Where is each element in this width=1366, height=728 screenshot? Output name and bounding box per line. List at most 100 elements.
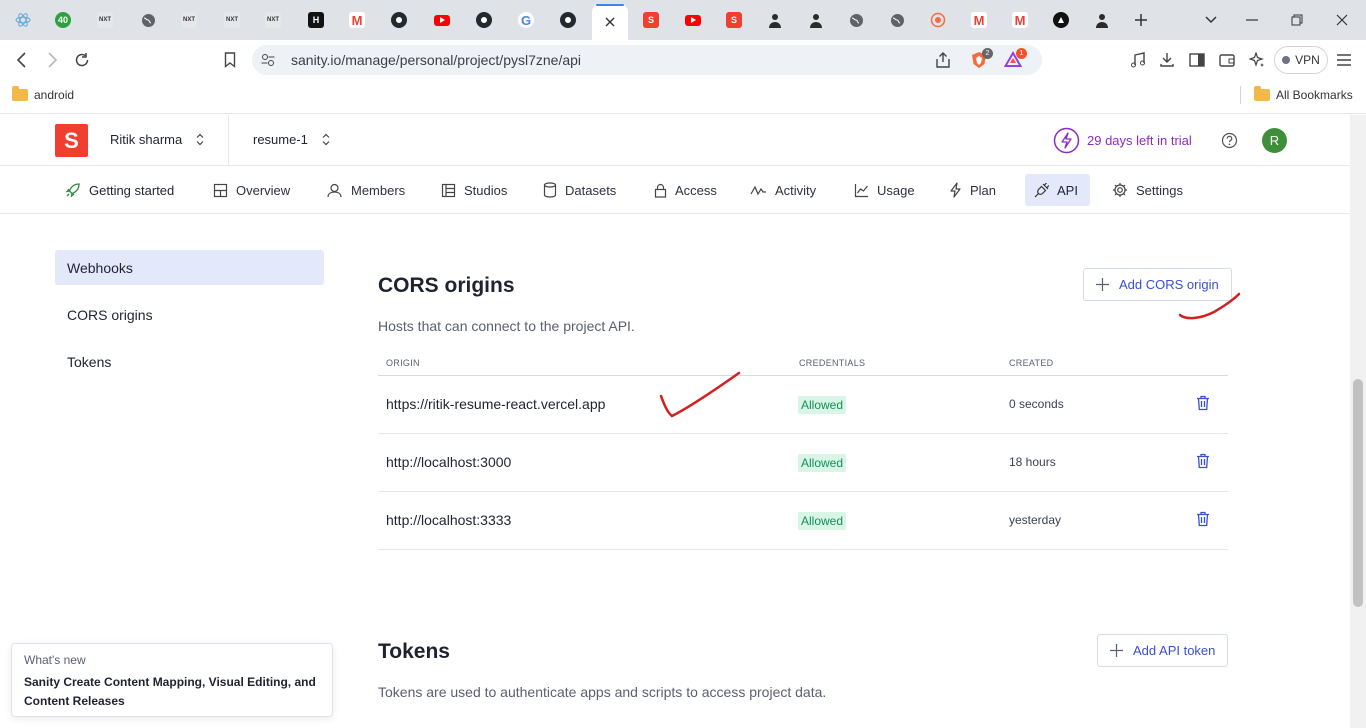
browser-tab[interactable] (382, 6, 416, 34)
browser-tab[interactable] (839, 6, 873, 34)
browser-tab[interactable] (1044, 6, 1078, 34)
trash-icon[interactable] (1196, 395, 1210, 411)
sidebar-button[interactable] (1185, 48, 1209, 72)
browser-tab[interactable]: M (1003, 6, 1037, 34)
bookmark-page-button[interactable] (218, 48, 242, 72)
menu-button[interactable] (1332, 48, 1356, 72)
tab-usage[interactable]: Usage (845, 174, 924, 206)
browser-tab[interactable] (6, 6, 40, 34)
close-icon[interactable] (602, 14, 618, 30)
minimize-button[interactable] (1240, 8, 1264, 32)
share-icon[interactable] (934, 51, 952, 69)
gmail-icon: M (971, 12, 987, 28)
page-scrollbar[interactable] (1350, 115, 1366, 728)
url-text[interactable]: sanity.io/manage/personal/project/pysl7z… (291, 52, 581, 68)
github-icon (476, 12, 492, 28)
browser-tab[interactable] (880, 6, 914, 34)
downloads-button[interactable] (1155, 48, 1179, 72)
add-api-token-button[interactable]: Add API token (1097, 634, 1229, 667)
trial-banner[interactable]: 29 days left in trial (1053, 127, 1192, 154)
bookmark-folder-android[interactable]: android (12, 86, 74, 102)
restore-button[interactable] (1285, 8, 1309, 32)
trash-icon[interactable] (1196, 511, 1210, 527)
browser-tab[interactable]: M (962, 6, 996, 34)
help-icon[interactable] (1221, 132, 1238, 149)
close-window-button[interactable] (1330, 8, 1354, 32)
leo-ai-button[interactable] (1245, 48, 1269, 72)
browser-tab[interactable]: 40 (46, 6, 80, 34)
browser-tab[interactable]: NXT (172, 6, 206, 34)
browser-tab[interactable] (467, 6, 501, 34)
nav-label: Datasets (565, 182, 617, 198)
column-header-origin: ORIGIN (386, 358, 420, 368)
browser-tab[interactable]: NXT (215, 6, 249, 34)
browser-tab[interactable] (131, 6, 165, 34)
sidebar-item-cors-origins[interactable]: CORS origins (55, 297, 324, 332)
browser-tab[interactable]: NXT (88, 6, 122, 34)
tab-activity[interactable]: Activity (741, 174, 825, 206)
avatar[interactable]: R (1262, 128, 1287, 153)
browser-tab[interactable] (425, 6, 459, 34)
browser-tab[interactable]: G (509, 6, 543, 34)
button-label: Add API token (1133, 643, 1216, 658)
back-button[interactable] (10, 48, 34, 72)
trash-icon[interactable] (1196, 453, 1210, 469)
org-switcher[interactable]: Ritik sharma (110, 132, 204, 147)
cors-section-title: CORS origins (378, 274, 515, 297)
vpn-button[interactable]: VPN (1274, 46, 1328, 74)
add-cors-origin-button[interactable]: Add CORS origin (1083, 268, 1232, 301)
column-header-created: CREATED (1009, 358, 1054, 368)
browser-tab[interactable]: H (299, 6, 333, 34)
next-favicon-icon: NXT (265, 12, 281, 28)
tab-datasets[interactable]: Datasets (534, 174, 625, 206)
reload-button[interactable] (70, 48, 94, 72)
tab-plan[interactable]: Plan (940, 174, 1005, 206)
sidebar-item-tokens[interactable]: Tokens (55, 344, 324, 379)
sanity-logo[interactable]: S (55, 124, 88, 157)
tab-access[interactable]: Access (645, 174, 726, 206)
created-cell: 0 seconds (1009, 397, 1064, 411)
chevron-down-icon (1205, 16, 1217, 24)
person-icon (808, 12, 824, 28)
scrollbar-thumb[interactable] (1353, 379, 1363, 607)
wallet-button[interactable] (1215, 48, 1239, 72)
sidebar-item-webhooks[interactable]: Webhooks (55, 250, 324, 285)
browser-tab[interactable] (676, 6, 710, 34)
globe-icon (889, 12, 905, 28)
browser-tab[interactable] (758, 6, 792, 34)
bookmark-icon (224, 52, 236, 68)
active-tab-indicator (596, 4, 624, 6)
browser-tab[interactable]: S (717, 6, 751, 34)
vpn-status-dot (1282, 56, 1291, 64)
new-tab-button[interactable] (1129, 8, 1153, 32)
browser-tab[interactable]: M (340, 6, 374, 34)
project-switcher[interactable]: resume-1 (253, 132, 330, 147)
tab-search-button[interactable] (1199, 8, 1223, 32)
nav-label: Studios (464, 182, 508, 198)
all-bookmarks-folder[interactable]: All Bookmarks (1254, 86, 1353, 102)
tab-getting-started[interactable]: Getting started (56, 174, 183, 206)
browser-tab[interactable] (799, 6, 833, 34)
whats-new-card[interactable]: What's new Sanity Create Content Mapping… (11, 643, 333, 717)
browser-tab[interactable] (921, 6, 955, 34)
table-row: http://localhost:3000 Allowed 18 hours (378, 434, 1228, 492)
browser-tab[interactable] (592, 4, 628, 40)
browser-tab[interactable] (551, 6, 585, 34)
forward-button[interactable] (40, 48, 64, 72)
sparkle-icon (1249, 52, 1264, 67)
origin-cell: http://localhost:3333 (386, 512, 512, 528)
tab-overview[interactable]: Overview (204, 174, 299, 206)
tab-api[interactable]: API (1025, 174, 1090, 206)
created-cell: yesterday (1009, 513, 1062, 527)
tab-settings[interactable]: Settings (1103, 174, 1192, 206)
minimize-icon (1246, 19, 1258, 21)
site-settings-icon[interactable] (261, 53, 275, 67)
media-button[interactable] (1126, 48, 1150, 72)
trial-text: 29 days left in trial (1087, 133, 1192, 148)
nav-label: Getting started (89, 182, 175, 198)
tab-studios[interactable]: Studios (432, 174, 516, 206)
tab-members[interactable]: Members (317, 174, 414, 206)
browser-tab[interactable] (1085, 6, 1119, 34)
browser-tab[interactable]: NXT (256, 6, 290, 34)
browser-tab[interactable]: S (634, 6, 668, 34)
